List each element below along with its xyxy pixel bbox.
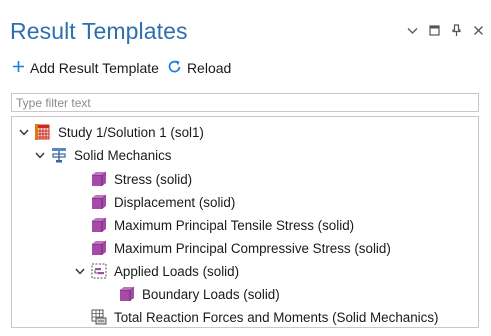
tree-node-label: Displacement (solid) — [114, 194, 236, 210]
solid-mechanics-icon — [50, 146, 68, 164]
chevron-down-icon[interactable] — [34, 149, 46, 161]
tree-node-physics[interactable]: Solid Mechanics — [34, 145, 172, 165]
tree-node-boundary-loads[interactable]: Boundary Loads (solid) — [118, 284, 280, 304]
tree-node-label: Maximum Principal Compressive Stress (so… — [114, 240, 391, 256]
tree-node-stress[interactable]: Stress (solid) — [90, 169, 192, 189]
tree-node-label: Solid Mechanics — [74, 147, 172, 163]
tree-node-study[interactable]: Study 1/Solution 1 (sol1) — [18, 122, 204, 142]
close-icon[interactable] — [472, 24, 485, 37]
reload-label: Reload — [186, 60, 232, 76]
tree-node-label: Applied Loads (solid) — [114, 263, 240, 279]
tree-node-max-tensile-stress[interactable]: Maximum Principal Tensile Stress (solid) — [90, 215, 354, 235]
add-result-template-label: Add Result Template — [30, 60, 159, 76]
tree-node-total-reaction-forces[interactable]: Total Reaction Forces and Moments (Solid… — [90, 307, 439, 327]
toolbar: Add Result Template Reload — [12, 59, 239, 77]
tree-node-max-compressive-stress[interactable]: Maximum Principal Compressive Stress (so… — [90, 238, 391, 258]
tree-node-applied-loads[interactable]: Applied Loads (solid) — [74, 261, 239, 281]
plot-group-3d-icon — [90, 193, 108, 211]
reload-button[interactable]: Reload — [167, 59, 231, 77]
plot-group-3d-icon — [90, 239, 108, 257]
tree-node-label: Maximum Principal Tensile Stress (solid) — [114, 217, 355, 233]
plot-group-3d-icon — [90, 216, 108, 234]
chevron-down-icon[interactable] — [18, 126, 30, 138]
table-evaluation-icon — [90, 308, 108, 326]
tree-node-label: Stress (solid) — [114, 171, 193, 187]
add-result-template-button[interactable]: Add Result Template — [12, 60, 159, 76]
filter-input[interactable] — [11, 93, 479, 112]
chevron-down-icon[interactable] — [406, 24, 419, 37]
result-template-tree: Study 1/Solution 1 (sol1) Solid Mechanic… — [11, 116, 479, 328]
tree-node-label: Total Reaction Forces and Moments (Solid… — [114, 309, 439, 325]
group-folder-icon — [90, 262, 108, 280]
plot-group-3d-icon — [90, 170, 108, 188]
pin-icon[interactable] — [450, 24, 463, 37]
study-solution-icon — [34, 123, 52, 141]
plus-icon — [12, 60, 25, 76]
window-controls — [406, 24, 485, 37]
tree-node-label: Study 1/Solution 1 (sol1) — [58, 124, 204, 140]
plot-group-3d-icon — [118, 285, 136, 303]
chevron-down-icon[interactable] — [74, 265, 86, 277]
reload-icon — [167, 59, 182, 77]
panel-title: Result Templates — [10, 18, 188, 44]
tree-node-label: Boundary Loads (solid) — [142, 286, 280, 302]
maximize-icon[interactable] — [428, 24, 441, 37]
tree-node-displacement[interactable]: Displacement (solid) — [90, 192, 235, 212]
